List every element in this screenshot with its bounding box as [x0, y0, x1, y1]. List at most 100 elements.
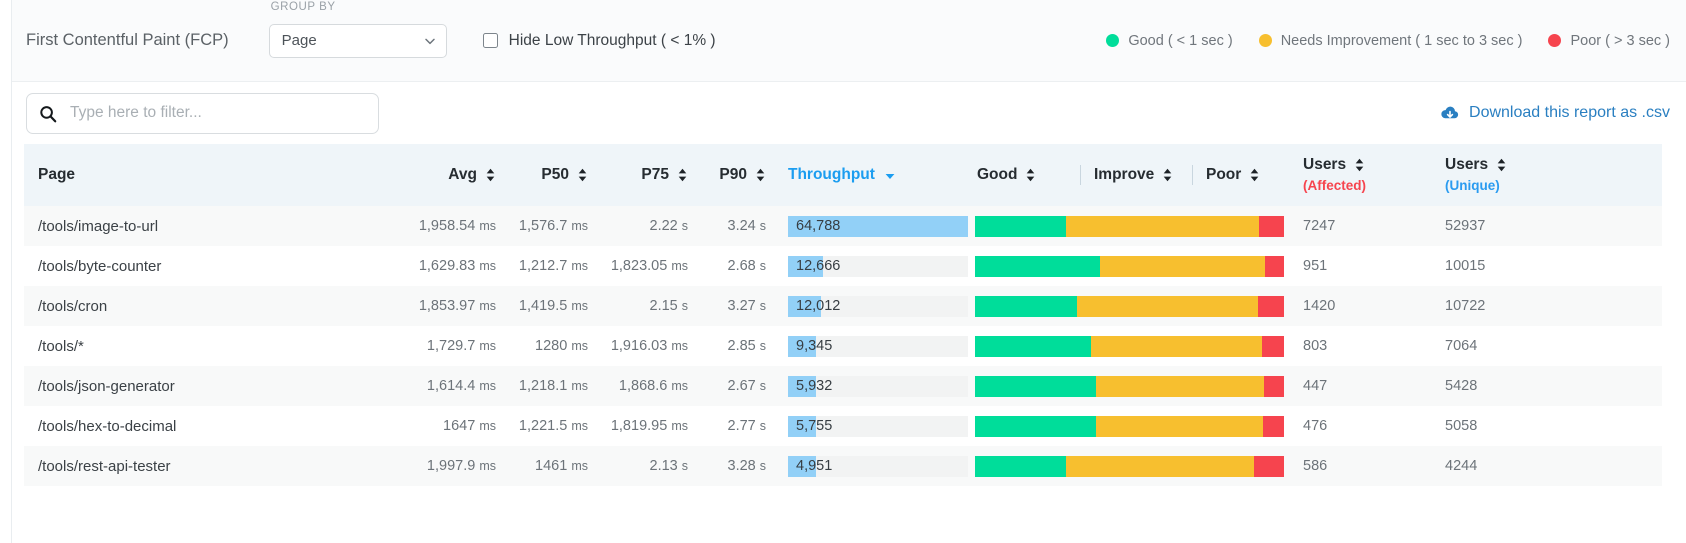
cell-distribution [966, 455, 1284, 477]
column-header-avg[interactable]: Avg [404, 166, 496, 184]
cell-throughput: 4,951 [766, 455, 968, 477]
cell-users-affected: 476 [1303, 418, 1328, 434]
column-header-users-affected[interactable]: Users (Affected) [1284, 155, 1427, 194]
column-header-users-affected-label: Users [1303, 156, 1347, 174]
cell-throughput: 64,788 [766, 215, 968, 237]
column-header-page[interactable]: Page [24, 166, 404, 184]
distribution-stacked-bar [975, 215, 1284, 237]
table-row[interactable]: /tools/byte-counter 1,629.83 ms 1,212.7 ms… [24, 246, 1662, 286]
column-header-improve[interactable]: Improve [1081, 165, 1193, 185]
cell-users-unique: 52937 [1445, 218, 1486, 234]
cell-page: /tools/json-generator [38, 377, 175, 395]
sort-arrows-icon [1162, 168, 1173, 182]
column-header-throughput[interactable]: Throughput [766, 166, 966, 184]
table-row[interactable]: /tools/cron 1,853.97 ms 1,419.5 ms 2.15 s 3.… [24, 286, 1662, 326]
column-header-page-label: Page [38, 166, 76, 183]
throughput-value: 5,932 [796, 378, 833, 394]
throughput-value: 64,788 [796, 218, 841, 234]
group-by-select[interactable]: Page [268, 23, 447, 58]
column-header-poor[interactable]: Poor [1193, 166, 1260, 184]
legend-item-needs-improvement: Needs Improvement ( 1 sec to 3 sec ) [1258, 33, 1522, 49]
column-header-p50[interactable]: P50 [496, 166, 588, 184]
column-header-distribution: Good Improve Poor [966, 165, 1284, 185]
table-row[interactable]: /tools/hex-to-decimal 1647 ms 1,221.5 ms 1,… [24, 406, 1662, 446]
sort-arrows-icon [755, 168, 766, 182]
search-icon [39, 105, 57, 122]
cell-p75: 1,868.6 ms [618, 378, 688, 394]
segment-good [975, 295, 1077, 317]
cell-page: /tools/* [38, 337, 84, 355]
cell-distribution [966, 375, 1284, 397]
distribution-stacked-bar [975, 375, 1284, 397]
cell-distribution [966, 335, 1284, 357]
column-header-p50-label: P50 [541, 166, 569, 183]
cell-page: /tools/rest-api-tester [38, 457, 171, 475]
cell-users-affected: 447 [1303, 378, 1328, 394]
distribution-stacked-bar [975, 255, 1284, 277]
legend-item-poor: Poor ( > 3 sec ) [1548, 33, 1670, 49]
segment-poor [1265, 255, 1284, 277]
column-header-p75-label: P75 [641, 166, 669, 183]
download-csv-label: Download this report as .csv [1469, 104, 1670, 121]
throughput-bar-track: 4,951 [788, 455, 968, 477]
table-row[interactable]: /tools/rest-api-tester 1,997.9 ms 1461 ms 2… [24, 446, 1662, 486]
throughput-value: 4,951 [796, 458, 833, 474]
cell-page: /tools/image-to-url [38, 217, 159, 235]
column-header-users-unique[interactable]: Users (Unique) [1427, 155, 1562, 194]
column-header-p75[interactable]: P75 [588, 166, 688, 184]
cell-p75: 2.22 s [649, 218, 689, 234]
throughput-bar-track: 64,788 [788, 215, 968, 237]
search-box[interactable] [26, 92, 379, 134]
cell-p90: 2.68 s [727, 258, 767, 274]
table-row[interactable]: /tools/json-generator 1,614.4 ms 1,218.1 m… [24, 366, 1662, 406]
segment-improve [1096, 415, 1263, 437]
cell-users-unique: 5428 [1445, 378, 1478, 394]
filter-row: Download this report as .csv [12, 82, 1686, 144]
sort-arrows-icon [1354, 158, 1365, 172]
group-by-label: GROUP BY [270, 0, 336, 13]
search-input[interactable] [68, 103, 366, 123]
column-header-poor-label: Poor [1206, 166, 1242, 183]
cell-p50: 1461 ms [535, 458, 588, 474]
cell-avg: 1,958.54 ms [418, 218, 496, 234]
table-row[interactable]: /tools/image-to-url 1,958.54 ms 1,576.7 ms… [24, 206, 1662, 246]
segment-improve [1066, 455, 1254, 477]
segment-improve [1077, 295, 1258, 317]
hide-low-throughput-checkbox[interactable] [482, 33, 498, 48]
column-header-p90[interactable]: P90 [688, 166, 766, 184]
cell-p90: 2.85 s [727, 338, 767, 354]
cell-throughput: 5,932 [766, 375, 968, 397]
cell-users-unique: 7064 [1445, 338, 1478, 354]
cell-users-unique: 10015 [1445, 258, 1486, 274]
legend-item-good: Good ( < 1 sec ) [1106, 33, 1233, 49]
cell-p90: 3.27 s [727, 298, 767, 314]
throughput-bar-track: 12,666 [788, 255, 968, 277]
table-row[interactable]: /tools/* 1,729.7 ms 1280 ms 1,916.03 ms 2.85… [24, 326, 1662, 366]
throughput-value: 12,666 [796, 258, 841, 274]
hide-low-throughput-toggle[interactable]: Hide Low Throughput ( < 1% ) [478, 21, 730, 60]
chevron-down-icon [423, 34, 436, 47]
cell-users-affected: 586 [1303, 458, 1328, 474]
left-gutter [0, 0, 12, 543]
cell-distribution [966, 255, 1284, 277]
segment-good [975, 415, 1096, 437]
segment-improve [1096, 375, 1264, 397]
report-page: First Contentful Paint (FCP) GROUP BY Pa… [0, 0, 1686, 543]
segment-poor [1259, 215, 1284, 237]
column-header-users-unique-label: Users [1445, 156, 1489, 174]
legend-dot-poor-icon [1548, 34, 1562, 47]
download-csv-link[interactable]: Download this report as .csv [1440, 104, 1670, 122]
legend-label-poor: Poor ( > 3 sec ) [1570, 32, 1670, 49]
throughput-bar-track: 12,012 [788, 295, 968, 317]
segment-improve [1066, 215, 1259, 237]
caret-down-icon [884, 169, 896, 181]
distribution-stacked-bar [975, 335, 1284, 357]
legend-dot-good-icon [1106, 34, 1120, 47]
cell-p75: 1,823.05 ms [610, 258, 688, 274]
page-title: First Contentful Paint (FCP) [26, 31, 229, 49]
cell-users-unique: 4244 [1445, 458, 1478, 474]
cell-users-affected: 803 [1303, 338, 1328, 354]
throughput-bar-track: 5,755 [788, 415, 968, 437]
column-header-good[interactable]: Good [975, 165, 1081, 185]
cloud-download-icon [1440, 105, 1459, 121]
